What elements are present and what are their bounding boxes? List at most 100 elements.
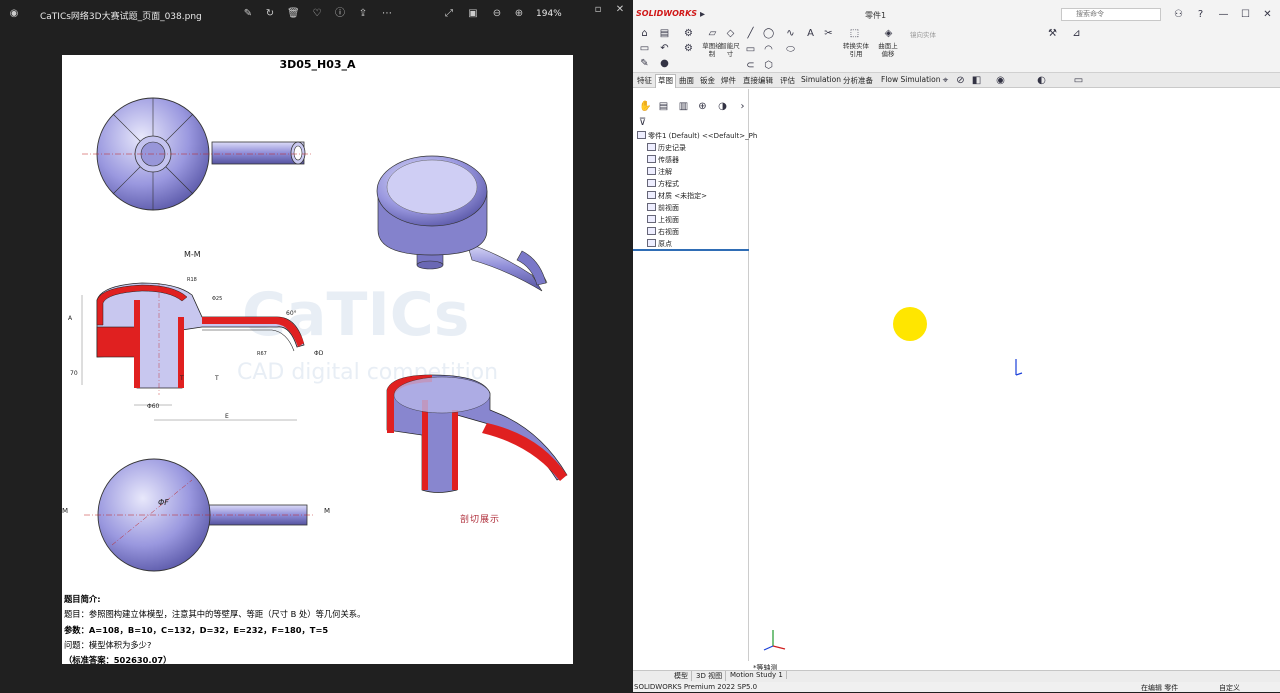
undo-icon[interactable]: ↶ bbox=[659, 43, 670, 54]
tab-simulation[interactable]: Simulation bbox=[799, 75, 843, 84]
minimize-icon[interactable]: ▫ bbox=[592, 4, 604, 16]
tab-surfaces[interactable]: 曲面 bbox=[677, 75, 696, 86]
rectangle-icon[interactable]: ▭ bbox=[745, 44, 756, 55]
plane-icon bbox=[647, 227, 656, 235]
tree-sensors[interactable]: 传感器 bbox=[647, 155, 679, 165]
circle-icon[interactable]: ◯ bbox=[763, 28, 774, 39]
repair-icon[interactable]: ⚒ bbox=[1047, 28, 1058, 39]
svg-text:60°: 60° bbox=[286, 310, 297, 317]
feature-manager-icon[interactable]: ✋ bbox=[639, 101, 651, 112]
smart-dim-icon[interactable]: ◇ bbox=[725, 28, 736, 39]
more-icon[interactable]: ⋯ bbox=[381, 8, 393, 20]
ellipse-icon[interactable]: ⬭ bbox=[785, 44, 796, 55]
tree-right-plane[interactable]: 右视面 bbox=[647, 227, 679, 237]
monitor-icon[interactable]: ▭ bbox=[1073, 75, 1084, 86]
convert-button[interactable]: 转换实体引用 bbox=[841, 42, 871, 58]
smart-dim-button[interactable]: 智能尺寸 bbox=[719, 42, 741, 58]
favorite-icon[interactable]: ♡ bbox=[311, 8, 323, 20]
minimize-icon[interactable]: — bbox=[1218, 9, 1229, 20]
maximize-icon[interactable]: ☐ bbox=[1240, 9, 1251, 20]
tab-model[interactable]: 模型 bbox=[671, 671, 692, 681]
origin-triad-icon bbox=[1015, 359, 1023, 376]
polygon-icon[interactable]: ⬡ bbox=[763, 60, 774, 71]
delete-icon[interactable]: 🗑 bbox=[287, 8, 300, 20]
gear-icon[interactable]: ⚙ bbox=[683, 43, 694, 54]
tab-evaluate[interactable]: 评估 bbox=[778, 75, 797, 86]
tab-analysis-prep[interactable]: 分析准备 bbox=[841, 75, 875, 86]
trim-icon[interactable]: ✂ bbox=[823, 28, 834, 39]
user-icon[interactable]: ⚇ bbox=[1173, 9, 1184, 20]
new-icon[interactable]: ▭ bbox=[639, 43, 650, 54]
tab-motion-study[interactable]: Motion Study 1 bbox=[727, 671, 787, 679]
text-icon[interactable]: A bbox=[805, 28, 816, 39]
help-icon[interactable]: ? bbox=[1195, 9, 1206, 20]
zoom-out-icon[interactable]: ⊖ bbox=[491, 8, 503, 20]
home-icon[interactable]: ⌂ bbox=[639, 28, 650, 39]
tab-sketch[interactable]: 草图 bbox=[655, 74, 676, 88]
tree-front-plane[interactable]: 前视面 bbox=[647, 203, 679, 213]
mirror-button[interactable]: 镜向实体 bbox=[903, 31, 943, 39]
property-manager-icon[interactable]: ▤ bbox=[658, 101, 669, 112]
section-view-icon[interactable]: ⊘ bbox=[955, 75, 966, 86]
options-icon[interactable]: ⚙ bbox=[683, 28, 694, 39]
fullscreen-icon[interactable]: ⤢ bbox=[443, 8, 455, 20]
solidworks-logo: SOLIDWORKS bbox=[636, 9, 698, 18]
appearance-icon[interactable]: ◐ bbox=[1036, 75, 1047, 86]
slot-icon[interactable]: ⊂ bbox=[745, 60, 756, 71]
spline-icon[interactable]: ∿ bbox=[785, 28, 796, 39]
edit-icon[interactable]: ✎ bbox=[242, 8, 254, 20]
line-icon[interactable]: ╱ bbox=[745, 28, 756, 39]
fit-icon[interactable]: ▣ bbox=[467, 8, 479, 20]
tree-equations[interactable]: 方程式 bbox=[647, 179, 679, 189]
display-style-icon[interactable]: ◧ bbox=[971, 75, 982, 86]
save-icon[interactable]: ▤ bbox=[659, 28, 670, 39]
instant2d-icon[interactable]: ⊿ bbox=[1071, 28, 1082, 39]
plane-icon bbox=[647, 203, 656, 211]
close-icon[interactable]: ✕ bbox=[1262, 9, 1273, 20]
m-marker-right: M bbox=[324, 507, 331, 515]
filter-icon[interactable]: ⊽ bbox=[637, 117, 648, 128]
expand-arrow-icon[interactable]: › bbox=[737, 101, 748, 112]
rotate-icon[interactable]: ↻ bbox=[264, 8, 276, 20]
info-icon[interactable]: ⓘ bbox=[334, 8, 346, 20]
view-triad-icon bbox=[763, 630, 786, 651]
dimxpert-icon[interactable]: ⊕ bbox=[697, 101, 708, 112]
convert-icon[interactable]: ⬚ bbox=[849, 28, 860, 39]
tree-history[interactable]: 历史记录 bbox=[647, 143, 686, 153]
zoom-in-icon[interactable]: ⊕ bbox=[513, 8, 525, 20]
view-orient-icon[interactable]: ⌖ bbox=[940, 75, 951, 86]
tab-sheet-metal[interactable]: 钣金 bbox=[698, 75, 717, 86]
sketch-tool-icon[interactable]: ▱ bbox=[707, 28, 718, 39]
top-view bbox=[82, 97, 312, 211]
svg-text:R18: R18 bbox=[187, 277, 197, 283]
sketch-icon[interactable]: ✎ bbox=[639, 58, 650, 69]
tree-origin[interactable]: 原点 bbox=[647, 239, 672, 249]
traffic-light-icon: ● bbox=[660, 58, 669, 69]
offset-surface-button[interactable]: 曲面上偏移 bbox=[877, 42, 899, 58]
tab-features[interactable]: 特征 bbox=[635, 75, 654, 86]
tree-top-plane[interactable]: 上视面 bbox=[647, 215, 679, 225]
tab-3d-view[interactable]: 3D 视图 bbox=[693, 671, 727, 681]
tree-root[interactable]: 零件1 (Default) <<Default>_Ph bbox=[637, 131, 757, 141]
svg-text:ΦF: ΦF bbox=[158, 498, 169, 507]
hide-show-icon[interactable]: ◉ bbox=[995, 75, 1006, 86]
history-icon bbox=[647, 143, 656, 151]
search-input[interactable]: 搜索命令 bbox=[1061, 8, 1161, 21]
svg-text:Φ60: Φ60 bbox=[147, 403, 160, 410]
tree-material[interactable]: 材质 <未指定> bbox=[647, 191, 707, 201]
arc-icon[interactable]: ◠ bbox=[763, 44, 774, 55]
display-manager-icon[interactable]: ◑ bbox=[717, 101, 728, 112]
tab-flow-simulation[interactable]: Flow Simulation bbox=[879, 75, 942, 84]
menu-arrow-icon[interactable]: ▸ bbox=[697, 9, 708, 20]
close-icon[interactable]: ✕ bbox=[614, 4, 626, 16]
material-icon bbox=[647, 191, 656, 199]
part-icon bbox=[637, 131, 646, 139]
tab-direct-edit[interactable]: 直接编辑 bbox=[741, 75, 775, 86]
tab-weldments[interactable]: 焊件 bbox=[719, 75, 738, 86]
svg-text:E: E bbox=[225, 413, 229, 420]
configuration-icon[interactable]: ▥ bbox=[678, 101, 689, 112]
share-icon[interactable]: ⇪ bbox=[357, 8, 369, 20]
svg-text:T: T bbox=[214, 375, 219, 382]
offset-surface-icon[interactable]: ◈ bbox=[883, 28, 894, 39]
tree-annotations[interactable]: 注解 bbox=[647, 167, 672, 177]
